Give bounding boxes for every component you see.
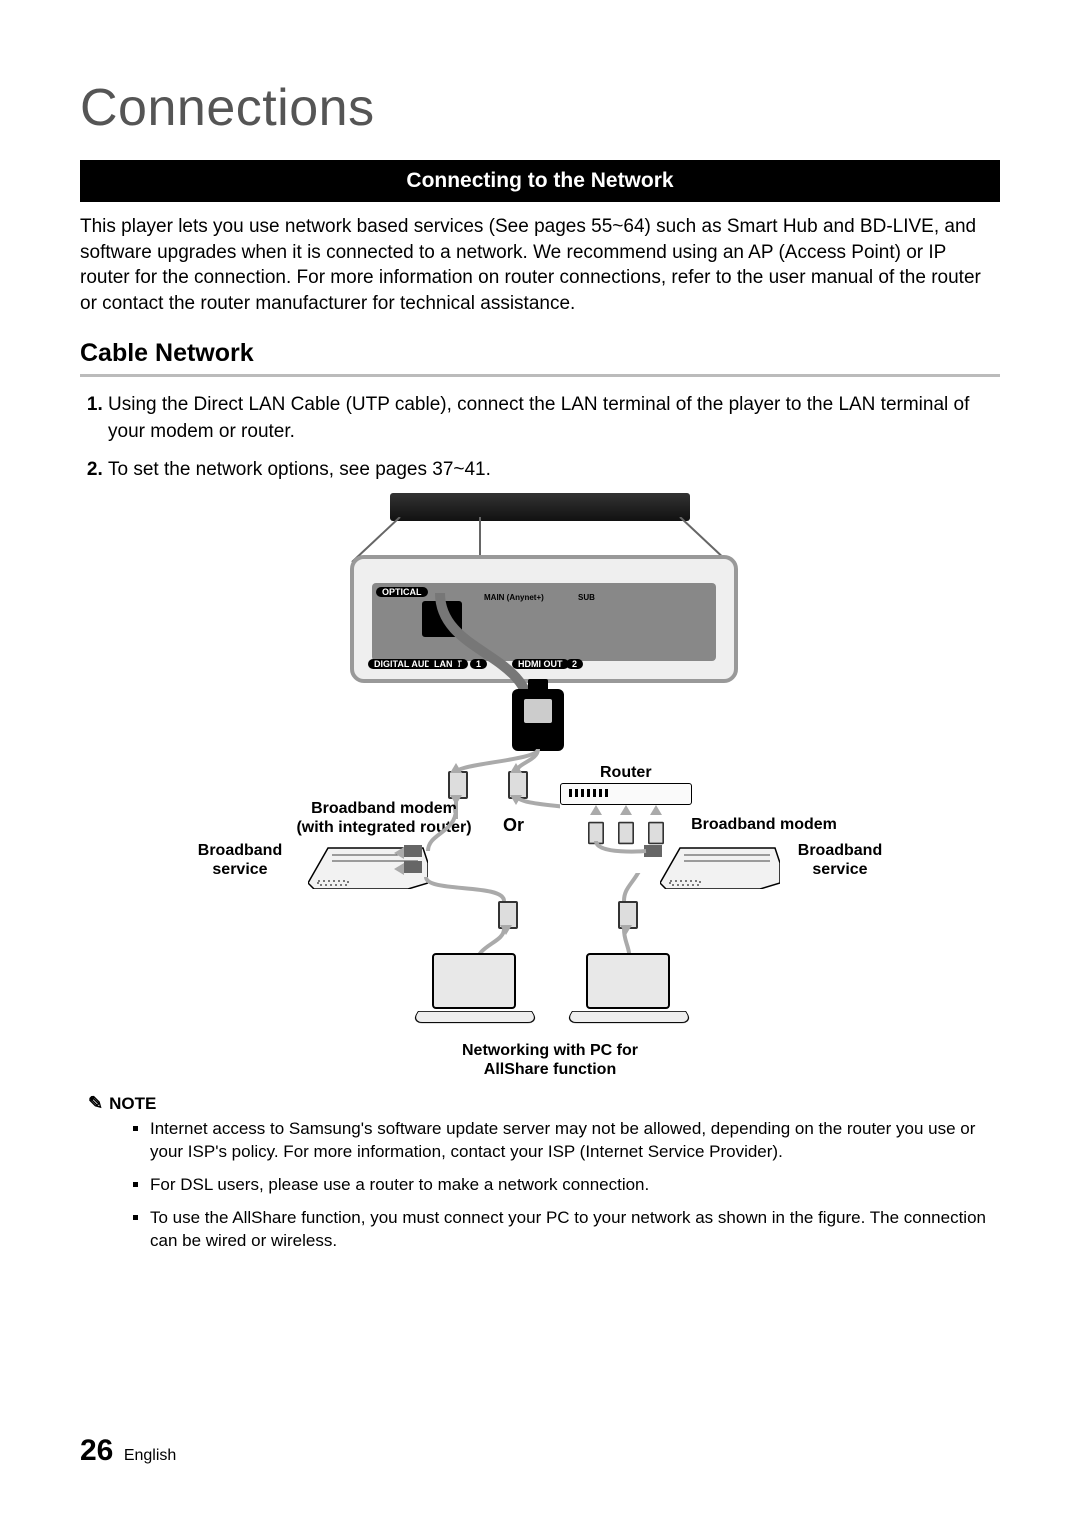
label-broadband-service-left: Broadband service [180, 841, 300, 879]
note-item: Internet access to Samsung's software up… [150, 1118, 990, 1164]
page-footer: 26 English [80, 1434, 176, 1468]
subsection-heading: Cable Network [80, 339, 1000, 377]
label-pc-caption: Networking with PC for AllShare function [430, 1041, 670, 1079]
note-item: For DSL users, please use a router to ma… [150, 1174, 990, 1197]
router-icon [560, 783, 692, 805]
connection-diagram: OPTICAL DIGITAL AUDIO OUT LAN HDMI OUT 1… [220, 493, 860, 1083]
step-item: To set the network options, see pages 37… [108, 456, 1000, 484]
page-number: 26 [80, 1434, 113, 1467]
cable-to-modem-left-icon [420, 803, 480, 863]
label-broadband-modem: Broadband modem [674, 815, 854, 834]
modem-icon [660, 843, 780, 889]
cable-router-modem-icon [592, 841, 672, 871]
label-or: Or [503, 815, 524, 836]
note-label-text: NOTE [109, 1094, 156, 1113]
note-list: Internet access to Samsung's software up… [130, 1118, 1000, 1253]
page-language: English [124, 1447, 176, 1464]
laptop-icon [572, 953, 684, 1031]
step-item: Using the Direct LAN Cable (UTP cable), … [108, 391, 1000, 446]
steps-list: Using the Direct LAN Cable (UTP cable), … [80, 391, 1000, 484]
section-heading-bar: Connecting to the Network [80, 160, 1000, 202]
ethernet-plug-icon [512, 689, 564, 751]
note-item: To use the AllShare function, you must c… [150, 1207, 990, 1253]
note-icon: ✎ [88, 1093, 103, 1114]
chapter-title: Connections [80, 78, 1000, 138]
label-router: Router [600, 763, 652, 782]
laptop-icon [418, 953, 530, 1031]
label-broadband-service-right: Broadband service [780, 841, 900, 879]
intro-paragraph: This player lets you use network based s… [80, 214, 1000, 317]
note-heading: ✎ NOTE [88, 1093, 1000, 1114]
